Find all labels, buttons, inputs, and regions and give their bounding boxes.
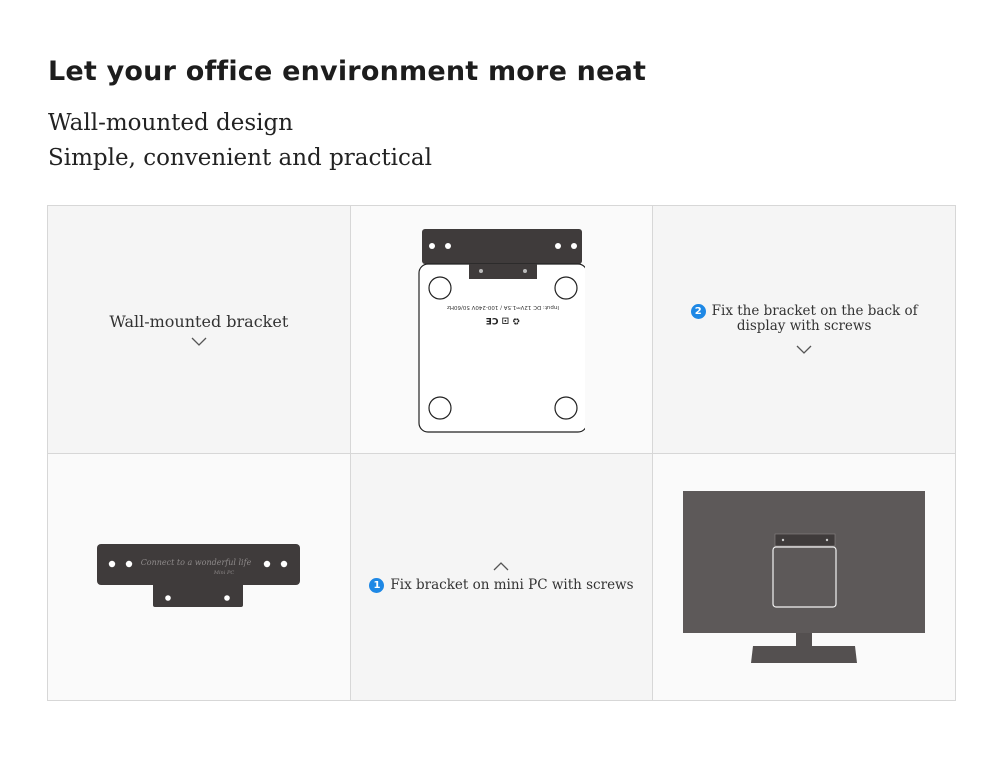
monitor-back-illustration — [683, 490, 926, 663]
step-1-caption: 1 Fix bracket on mini PC with screws — [351, 576, 653, 593]
monitor-stand-neck — [796, 631, 813, 646]
screw — [782, 538, 785, 541]
rubber-foot — [428, 396, 452, 420]
panel-step-1: 1 Fix bracket on mini PC with screws — [350, 453, 654, 701]
panel-monitor-back — [653, 453, 956, 701]
screw — [826, 538, 829, 541]
bracket-hole — [125, 560, 133, 567]
screw — [478, 269, 483, 273]
rubber-foot — [554, 276, 578, 300]
step-number-badge: 1 — [369, 577, 385, 593]
wall-bracket-illustration: Connect to a wonderful life Mini PC — [97, 543, 300, 607]
monitor-stand-base — [751, 645, 858, 663]
panel-mini-pc-back: ♻ ⊡ CE Input: DC 12V⎓1.5A / 100-240V 50/… — [350, 206, 654, 454]
power-rating-label: Input: DC 12V⎓1.5A / 100-240V 50/60Hz — [447, 304, 559, 310]
installation-grid: Wall-mounted bracket ♻ ⊡ CE Input: DC 12… — [47, 205, 956, 701]
bracket-hole — [224, 594, 230, 601]
rubber-foot — [428, 276, 452, 300]
bracket-hole — [165, 594, 171, 601]
bracket-hole — [444, 243, 451, 249]
bracket-hole — [428, 243, 435, 249]
bracket-hole — [280, 560, 288, 567]
chevron-down-icon — [796, 345, 812, 354]
bracket-hole — [554, 243, 561, 249]
chevron-down-icon — [191, 337, 207, 346]
certification-marks: ♻ ⊡ CE — [485, 315, 520, 325]
bracket-engraving-small: Mini PC — [213, 570, 234, 576]
monitor-body — [683, 490, 926, 633]
subtitle-line-2: Simple, convenient and practical — [48, 145, 432, 171]
subtitle-line-1: Wall-mounted design — [48, 110, 294, 136]
panel-step-2: 2 Fix the bracket on the back of display … — [653, 206, 956, 454]
screw — [522, 269, 527, 273]
panel-bracket-caption: Wall-mounted bracket — [48, 206, 351, 454]
step-1-text: Fix bracket on mini PC with screws — [390, 576, 634, 593]
step-number-badge: 2 — [690, 304, 706, 319]
bracket-hole — [108, 560, 116, 567]
step-2-text-line-1: Fix the bracket on the back of — [711, 303, 918, 319]
page-title: Let your office environment more neat — [48, 56, 647, 87]
step-2-caption: 2 Fix the bracket on the back of display … — [653, 304, 955, 334]
chevron-up-icon — [494, 561, 509, 570]
step-2-text-line-2: display with screws — [736, 318, 872, 334]
rubber-foot — [554, 396, 578, 420]
bracket-engraving: Connect to a wonderful life — [141, 558, 252, 567]
bracket-hole — [570, 243, 577, 249]
bracket-hole — [263, 560, 271, 567]
mini-pc-back-illustration: ♻ ⊡ CE Input: DC 12V⎓1.5A / 100-240V 50/… — [418, 229, 585, 433]
bracket-caption: Wall-mounted bracket — [109, 312, 289, 331]
panel-bracket-front: Connect to a wonderful life Mini PC — [48, 453, 351, 701]
